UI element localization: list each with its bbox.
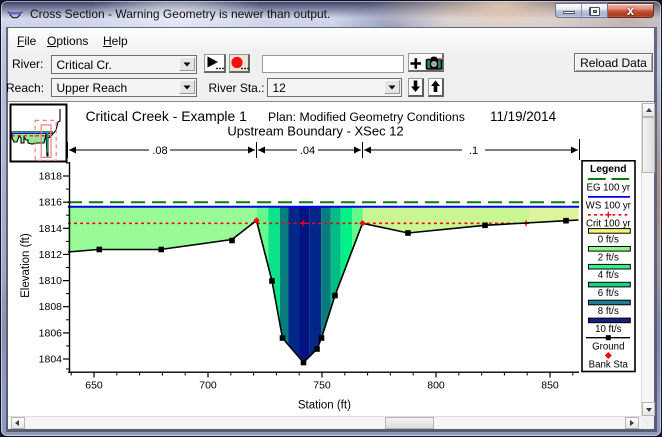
svg-text:Legend: Legend [590, 164, 627, 175]
svg-text:.04: .04 [300, 145, 315, 157]
svg-text:Upstream Boundary - XSec 12: Upstream Boundary - XSec 12 [227, 124, 403, 139]
svg-text:11/19/2014: 11/19/2014 [490, 109, 557, 124]
svg-text:1806: 1806 [39, 327, 63, 339]
svg-text:Elevation (ft): Elevation (ft) [20, 233, 32, 298]
svg-text:1814: 1814 [39, 223, 63, 235]
svg-text:EG 100 yr: EG 100 yr [586, 183, 630, 194]
svg-text:1804: 1804 [39, 354, 63, 366]
svg-text:Bank Sta: Bank Sta [589, 359, 629, 370]
svg-text:.1: .1 [469, 145, 478, 157]
svg-text:750: 750 [313, 380, 331, 392]
svg-text:Ground: Ground [592, 342, 624, 353]
svg-text:1808: 1808 [39, 301, 63, 313]
svg-text:Crit 100 yr: Crit 100 yr [586, 218, 631, 229]
svg-text:1812: 1812 [39, 249, 63, 261]
svg-text:800: 800 [427, 380, 445, 392]
svg-text:700: 700 [199, 380, 217, 392]
svg-text:4 ft/s: 4 ft/s [598, 270, 619, 281]
svg-text:0 ft/s: 0 ft/s [598, 234, 619, 245]
svg-text:8 ft/s: 8 ft/s [598, 306, 619, 317]
svg-text:Critical Creek - Example 1: Critical Creek - Example 1 [86, 108, 248, 124]
svg-text:1816: 1816 [39, 197, 63, 209]
svg-text:1810: 1810 [39, 275, 63, 287]
svg-text:WS 100 yr: WS 100 yr [586, 200, 632, 211]
svg-text:Station (ft): Station (ft) [298, 400, 351, 412]
svg-text:1818: 1818 [39, 171, 63, 183]
svg-text:650: 650 [85, 380, 103, 392]
svg-text:.08: .08 [152, 145, 167, 157]
svg-text:850: 850 [541, 380, 559, 392]
svg-text:6 ft/s: 6 ft/s [598, 288, 619, 299]
svg-text:10 ft/s: 10 ft/s [595, 324, 622, 335]
svg-text:Plan: Modified Geometry Condit: Plan: Modified Geometry Conditions [268, 110, 465, 124]
svg-text:2 ft/s: 2 ft/s [598, 252, 619, 263]
